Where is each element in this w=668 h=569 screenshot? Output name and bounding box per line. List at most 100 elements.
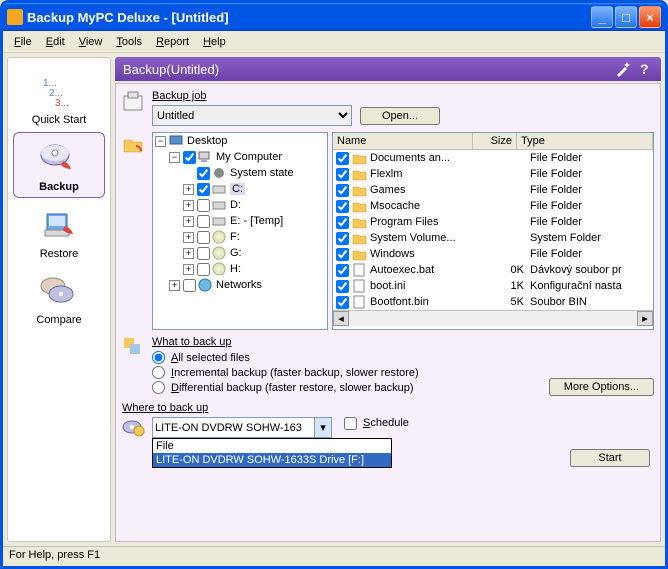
more-options-button[interactable]: More Options... <box>549 378 654 396</box>
destination-combo[interactable]: ▾ File LITE-ON DVDRW SOHW-1633S Drive [F… <box>152 417 332 438</box>
menu-report[interactable]: Report <box>149 34 196 50</box>
menu-file[interactable]: File <box>7 34 39 50</box>
col-name[interactable]: Name <box>333 133 473 149</box>
close-button[interactable]: × <box>639 6 661 28</box>
list-row[interactable]: System Volume... System Folder <box>333 230 653 246</box>
svg-text:?: ? <box>640 61 649 77</box>
start-button[interactable]: Start <box>570 449 650 467</box>
list-row[interactable]: Bootfont.bin5KSoubor BIN <box>333 294 653 310</box>
expander[interactable]: − <box>155 136 166 147</box>
cell-name: Flexlm <box>370 168 486 180</box>
menu-view[interactable]: View <box>72 34 110 50</box>
sidebar-item-compare[interactable]: Compare <box>13 266 105 330</box>
sidebar-item-restore[interactable]: Restore <box>13 200 105 264</box>
list-row[interactable]: Program FilesFile Folder <box>333 214 653 230</box>
dropdown-item[interactable]: File <box>153 439 391 453</box>
radio-differential[interactable] <box>152 381 165 394</box>
expander[interactable]: + <box>183 200 194 211</box>
radio-incremental[interactable] <box>152 366 165 379</box>
open-button[interactable]: Open... <box>360 107 440 125</box>
tree-label: D: <box>230 199 241 211</box>
list-row[interactable]: MsocacheFile Folder <box>333 198 653 214</box>
tree-check[interactable] <box>197 231 210 244</box>
tree-label: H: <box>230 263 241 275</box>
menu-tools[interactable]: Tools <box>109 34 149 50</box>
maximize-button[interactable]: □ <box>615 6 637 28</box>
list-row[interactable]: Documents an...File Folder <box>333 150 653 166</box>
destination-dropdown[interactable]: File LITE-ON DVDRW SOHW-1633S Drive [F:] <box>152 438 392 468</box>
list-row[interactable]: Autoexec.bat0KDávkový soubor pr <box>333 262 653 278</box>
folder-icon <box>352 199 368 213</box>
sidebar-item-quickstart[interactable]: 1...2...3... Quick Start <box>13 66 105 130</box>
row-check[interactable] <box>336 168 349 181</box>
row-check[interactable] <box>336 152 349 165</box>
tree-check[interactable] <box>197 167 210 180</box>
computer-icon <box>198 150 214 164</box>
tree-check[interactable] <box>197 199 210 212</box>
expander[interactable]: + <box>183 184 194 195</box>
minimize-button[interactable]: _ <box>591 6 613 28</box>
tree-check[interactable] <box>197 247 210 260</box>
file-list[interactable]: Name Size Type Documents an...File Folde… <box>332 132 654 330</box>
row-check[interactable] <box>336 232 349 245</box>
col-type[interactable]: Type <box>517 133 653 149</box>
expander[interactable]: + <box>169 280 180 291</box>
cell-name: Autoexec.bat <box>370 264 486 276</box>
list-row[interactable]: WindowsFile Folder <box>333 246 653 262</box>
radio-label: Differential backup (faster restore, slo… <box>171 382 414 394</box>
row-check[interactable] <box>336 280 349 293</box>
dropdown-item[interactable]: LITE-ON DVDRW SOHW-1633S Drive [F:] <box>153 453 391 467</box>
expander[interactable]: + <box>183 248 194 259</box>
menu-edit[interactable]: Edit <box>39 34 72 50</box>
row-check[interactable] <box>336 184 349 197</box>
expander[interactable]: + <box>183 216 194 227</box>
job-select[interactable]: Untitled <box>152 105 352 126</box>
tree-check[interactable] <box>197 263 210 276</box>
destination-input[interactable] <box>152 417 332 438</box>
sidebar-label: Restore <box>15 248 103 260</box>
list-row[interactable]: FlexlmFile Folder <box>333 166 653 182</box>
where-label: Where to back up <box>122 402 654 414</box>
expander[interactable]: + <box>183 232 194 243</box>
cd-icon <box>212 230 228 244</box>
expander[interactable]: − <box>169 152 180 163</box>
row-check[interactable] <box>336 296 349 309</box>
cell-name: Msocache <box>370 200 486 212</box>
tree-check[interactable] <box>183 151 196 164</box>
backup-job-section: Backup job Untitled Open... <box>122 90 654 126</box>
expander[interactable]: + <box>183 264 194 275</box>
sidebar-item-backup[interactable]: Backup <box>13 132 105 198</box>
list-row[interactable]: GamesFile Folder <box>333 182 653 198</box>
menu-help[interactable]: Help <box>196 34 233 50</box>
statusbar: For Help, press F1 <box>3 546 665 566</box>
col-size[interactable]: Size <box>473 133 517 149</box>
radio-label: Incremental backup (faster backup, slowe… <box>171 367 419 379</box>
horizontal-scrollbar[interactable]: ◂ ▸ <box>333 310 653 326</box>
scroll-left[interactable]: ◂ <box>333 311 349 326</box>
radio-all[interactable] <box>152 351 165 364</box>
desktop-icon <box>169 134 185 148</box>
help-icon[interactable]: ? <box>637 61 653 77</box>
cell-name: System Volume... <box>370 232 486 244</box>
row-check[interactable] <box>336 248 349 261</box>
tree-label: My Computer <box>216 151 282 163</box>
schedule-checkbox[interactable] <box>344 417 357 430</box>
what-section: What to back up All selected files Incre… <box>122 336 654 396</box>
combo-dropdown-button[interactable]: ▾ <box>314 418 331 437</box>
tree-check[interactable] <box>197 215 210 228</box>
cell-type: File Folder <box>530 248 653 260</box>
cell-type: System Folder <box>530 232 653 244</box>
tree-check[interactable] <box>183 279 196 292</box>
cell-size: 0K <box>486 264 530 276</box>
folder-icon <box>352 215 368 229</box>
sidebar-label: Compare <box>15 314 103 326</box>
row-check[interactable] <box>336 200 349 213</box>
list-row[interactable]: boot.ini1KKonfigurační nasta <box>333 278 653 294</box>
tree-check[interactable] <box>197 183 210 196</box>
row-check[interactable] <box>336 264 349 277</box>
scroll-right[interactable]: ▸ <box>637 311 653 326</box>
svg-text:3...: 3... <box>55 98 69 109</box>
wand-icon[interactable] <box>615 61 631 77</box>
tree-panel[interactable]: −Desktop −My Computer System state +C: +… <box>152 132 328 330</box>
row-check[interactable] <box>336 216 349 229</box>
